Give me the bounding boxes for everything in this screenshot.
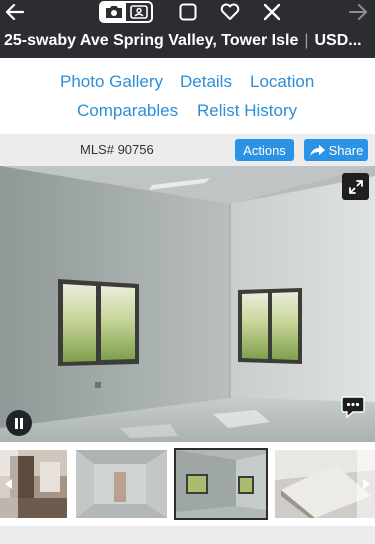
toolbar-row xyxy=(0,0,375,26)
title-separator: | xyxy=(304,32,309,49)
thumbnail[interactable] xyxy=(76,450,167,518)
camera-icon[interactable] xyxy=(101,3,126,21)
listing-action-bar: MLS# 90756 Actions Share xyxy=(0,134,375,166)
pause-icon[interactable] xyxy=(6,410,32,436)
contact-card-icon[interactable] xyxy=(126,3,151,21)
top-navigation-bar: 25-swaby Ave Spring Valley, Tower Isle |… xyxy=(0,0,375,58)
arrow-left-icon[interactable] xyxy=(4,1,26,23)
share-button[interactable]: Share xyxy=(304,139,368,161)
tab-relist-history[interactable]: Relist History xyxy=(197,101,297,121)
actions-button[interactable]: Actions xyxy=(235,139,294,161)
section-tabs: Photo Gallery Details Location Comparabl… xyxy=(0,58,375,134)
main-photo[interactable] xyxy=(0,166,375,442)
thumbnail-next-button[interactable] xyxy=(357,442,375,526)
close-icon[interactable] xyxy=(261,1,283,23)
room-photo xyxy=(0,166,375,442)
listing-title: 25-swaby Ave Spring Valley, Tower Isle |… xyxy=(4,30,372,52)
chat-bubble-icon[interactable] xyxy=(341,396,365,418)
photo-contact-toggle[interactable] xyxy=(99,1,153,23)
tab-comparables[interactable]: Comparables xyxy=(77,101,178,121)
listing-address: 25-swaby Ave Spring Valley, Tower Isle xyxy=(4,32,299,49)
listing-price: USD... xyxy=(314,32,362,49)
arrow-right-icon[interactable] xyxy=(347,1,369,23)
tab-photo-gallery[interactable]: Photo Gallery xyxy=(60,72,163,92)
share-arrow-icon xyxy=(309,144,325,156)
square-icon[interactable] xyxy=(177,1,199,23)
share-button-label: Share xyxy=(328,142,364,158)
tab-location[interactable]: Location xyxy=(250,72,314,92)
thumbnail-prev-button[interactable] xyxy=(0,442,18,526)
thumbnail-strip xyxy=(0,442,375,526)
thumbnail-active[interactable] xyxy=(174,448,268,520)
expand-icon[interactable] xyxy=(342,173,369,200)
heart-icon[interactable] xyxy=(219,1,241,23)
tab-details[interactable]: Details xyxy=(180,72,232,92)
bottom-divider xyxy=(0,526,375,544)
actions-button-label: Actions xyxy=(243,142,286,158)
mls-number: MLS# 90756 xyxy=(80,142,154,157)
